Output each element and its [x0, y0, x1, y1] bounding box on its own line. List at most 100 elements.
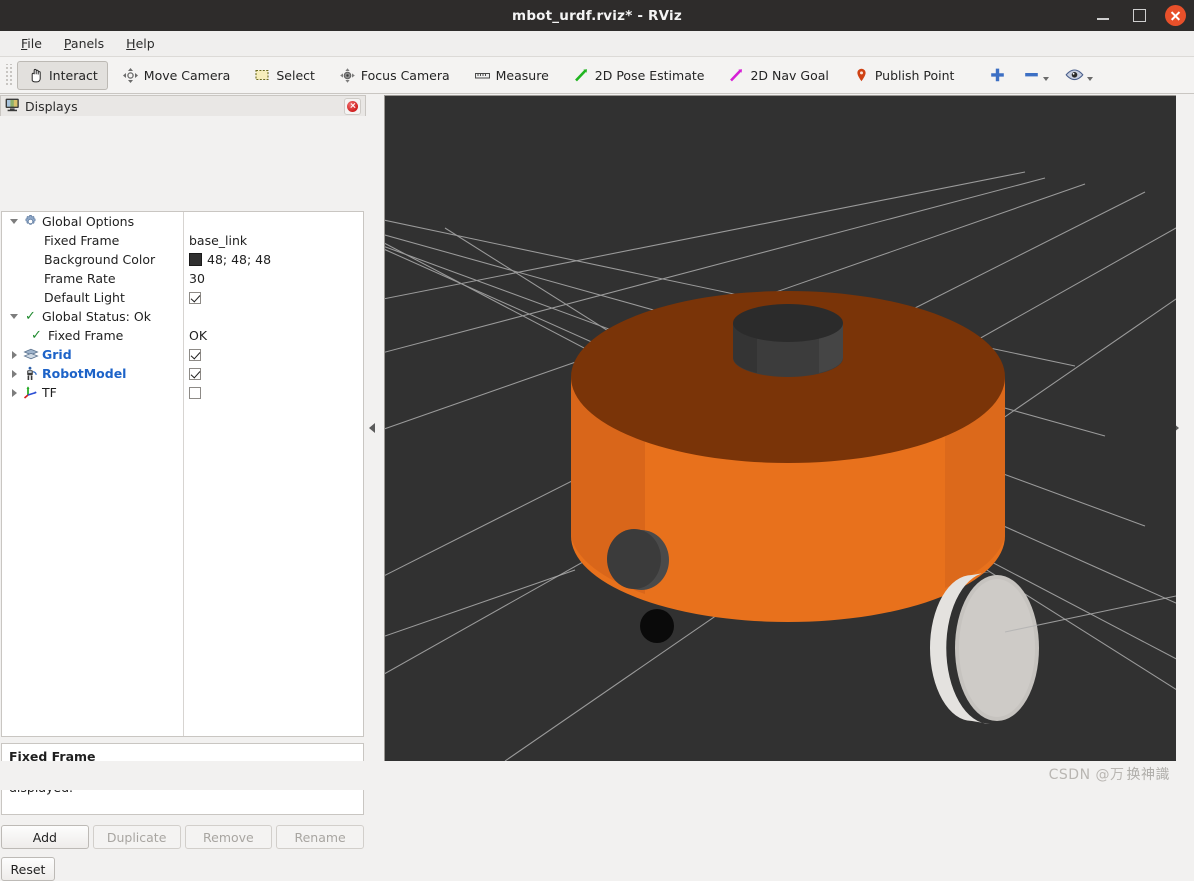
- window-title: mbot_urdf.rviz* - RViz: [512, 7, 682, 24]
- tool-measure-label: Measure: [495, 67, 549, 83]
- render-view-canvas: [385, 96, 1176, 761]
- tree-row-grid[interactable]: Grid: [2, 345, 363, 364]
- maximize-icon: [1132, 9, 1146, 22]
- tree-value-grid[interactable]: [189, 345, 201, 364]
- robotmodel-checkbox[interactable]: [189, 367, 201, 380]
- tree-row-fixed-frame[interactable]: Fixed Frame base_link: [2, 231, 363, 250]
- tree-row-status-fixed-frame[interactable]: ✓ Fixed Frame OK: [2, 326, 363, 345]
- default-light-checkbox[interactable]: [189, 291, 201, 304]
- displays-tree[interactable]: Global Options Fixed Frame base_link Bac…: [1, 211, 364, 737]
- render-view-3d[interactable]: [384, 95, 1176, 761]
- tree-value-background-color-text: 48; 48; 48: [207, 252, 272, 267]
- rviz-window: mbot_urdf.rviz* - RViz File Panels Help …: [0, 0, 1194, 881]
- add-panel-button[interactable]: [988, 66, 1007, 85]
- chevron-down-icon-2[interactable]: [1087, 77, 1094, 81]
- tf-checkbox[interactable]: [189, 386, 201, 399]
- displays-panel-close-button[interactable]: [344, 97, 361, 115]
- eye-icon: [1065, 69, 1084, 81]
- tree-row-global-options[interactable]: Global Options: [2, 212, 363, 231]
- expander-robotmodel[interactable]: [6, 364, 22, 383]
- tool-focus-camera-label: Focus Camera: [360, 67, 450, 83]
- map-pin-icon: [853, 67, 870, 84]
- status-bar: [0, 761, 1194, 790]
- maximize-button[interactable]: [1128, 5, 1150, 27]
- add-button[interactable]: Add: [1, 825, 89, 849]
- menu-file[interactable]: File: [10, 34, 53, 53]
- tool-2d-nav-goal[interactable]: 2D Nav Goal: [718, 61, 838, 90]
- lidar-top: [733, 304, 843, 342]
- rename-button: Rename: [276, 825, 364, 849]
- remove-panel-button[interactable]: [1022, 68, 1050, 82]
- tree-row-frame-rate[interactable]: Frame Rate 30: [2, 269, 363, 288]
- tree-label-grid: Grid: [42, 347, 72, 362]
- tree-value-fixed-frame[interactable]: base_link: [189, 231, 247, 250]
- tool-measure[interactable]: Measure: [464, 61, 559, 90]
- gear-icon: [22, 213, 39, 230]
- grid-checkbox[interactable]: [189, 348, 201, 361]
- tool-2d-nav-goal-label: 2D Nav Goal: [750, 67, 829, 83]
- tree-value-frame-rate[interactable]: 30: [189, 269, 205, 288]
- expander-tf[interactable]: [6, 383, 22, 402]
- tree-label-fixed-frame: Fixed Frame: [44, 233, 120, 248]
- minus-icon: [1025, 73, 1039, 77]
- displays-panel: Displays Global Options Fixed Frame base…: [0, 95, 366, 881]
- green-check-icon: ✓: [25, 309, 36, 324]
- tool-select[interactable]: Select: [244, 61, 325, 90]
- menu-help[interactable]: Help: [115, 34, 166, 53]
- tree-label-default-light: Default Light: [44, 290, 125, 305]
- tool-interact[interactable]: Interact: [17, 60, 108, 90]
- grid-icon: [22, 346, 39, 363]
- tree-label-status-fixed-frame: Fixed Frame: [48, 328, 124, 343]
- close-button[interactable]: [1164, 5, 1186, 27]
- tree-label-background-color: Background Color: [44, 252, 156, 267]
- minimize-button[interactable]: [1092, 5, 1114, 27]
- tool-move-camera[interactable]: Move Camera: [112, 61, 241, 90]
- toolbar-grip[interactable]: [4, 64, 13, 86]
- magenta-arrow-icon: [728, 67, 745, 84]
- chevron-down-icon[interactable]: [1043, 77, 1050, 81]
- tool-publish-point[interactable]: Publish Point: [843, 61, 965, 90]
- collapse-left-icon: [369, 423, 375, 433]
- tree-label-frame-rate: Frame Rate: [44, 271, 116, 286]
- displays-monitor-icon: [5, 98, 20, 115]
- caster-wheel: [640, 609, 674, 643]
- tree-label-robotmodel: RobotModel: [42, 366, 127, 381]
- displays-panel-titlebar: Displays: [0, 95, 366, 116]
- robot-icon: [22, 365, 39, 382]
- tree-value-default-light[interactable]: [189, 288, 201, 307]
- menu-bar: File Panels Help: [0, 31, 1194, 57]
- expander-global-status[interactable]: [6, 307, 22, 326]
- tree-value-background-color[interactable]: 48; 48; 48: [189, 250, 271, 269]
- window-controls: [1092, 0, 1186, 31]
- tree-row-tf[interactable]: TF: [2, 383, 363, 402]
- expander-grid[interactable]: [6, 345, 22, 364]
- remove-button: Remove: [184, 825, 273, 849]
- tool-focus-camera[interactable]: Focus Camera: [329, 61, 460, 90]
- select-box-icon: [254, 67, 271, 84]
- tree-row-robotmodel[interactable]: RobotModel: [2, 364, 363, 383]
- green-check-icon-2: ✓: [31, 328, 42, 343]
- expander-global-options[interactable]: [6, 212, 22, 231]
- displays-panel-title: Displays: [25, 98, 78, 114]
- tf-axes-icon: [22, 384, 39, 401]
- reset-button-row: Reset: [1, 857, 55, 881]
- left-splitter-handle[interactable]: [366, 95, 378, 761]
- tree-value-robotmodel[interactable]: [189, 364, 201, 383]
- ruler-icon: [474, 67, 491, 84]
- tool-interact-label: Interact: [49, 67, 98, 83]
- tool-2d-pose-estimate[interactable]: 2D Pose Estimate: [563, 61, 715, 90]
- toolbar-right-icons: [988, 66, 1094, 85]
- tree-row-background-color[interactable]: Background Color 48; 48; 48: [2, 250, 363, 269]
- visibility-button[interactable]: [1064, 68, 1094, 82]
- tree-value-tf[interactable]: [189, 383, 201, 402]
- tree-row-default-light[interactable]: Default Light: [2, 288, 363, 307]
- panel-close-icon: [347, 100, 358, 112]
- tool-publish-point-label: Publish Point: [874, 67, 955, 83]
- tree-row-global-status[interactable]: ✓ Global Status: Ok: [2, 307, 363, 326]
- tree-label-tf: TF: [42, 385, 57, 400]
- menu-panels-rest: anels: [70, 36, 105, 51]
- menu-panels[interactable]: Panels: [53, 34, 115, 53]
- focus-camera-icon: [339, 67, 356, 84]
- reset-button[interactable]: Reset: [1, 857, 55, 881]
- tree-label-global-status: Global Status: Ok: [42, 309, 151, 324]
